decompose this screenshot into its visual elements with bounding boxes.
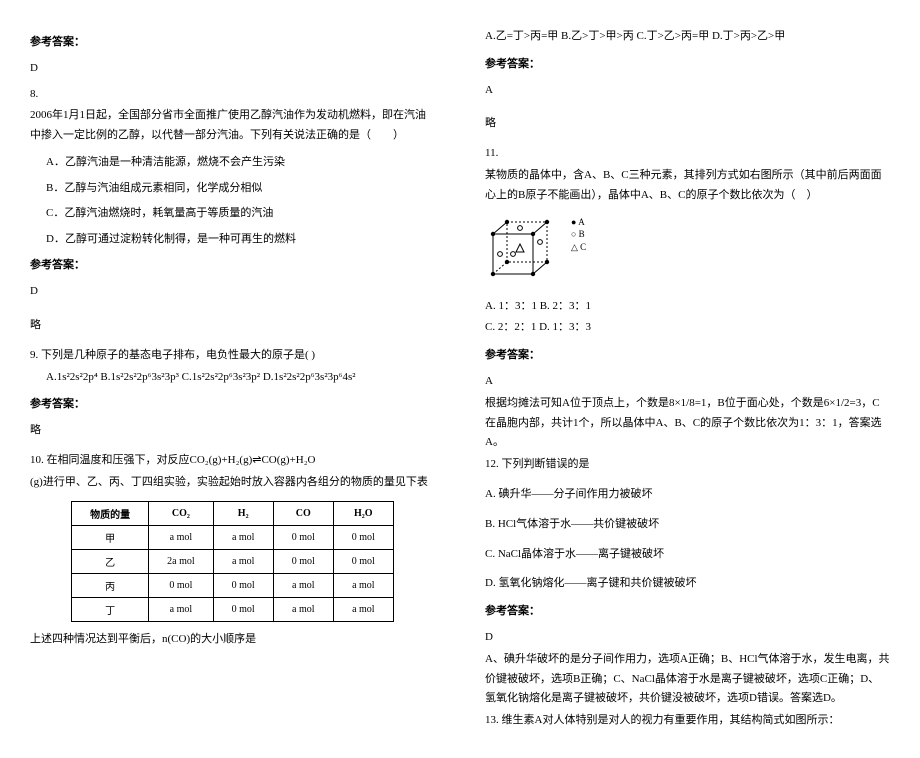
ref-answer-label: 参考答案： [485, 602, 890, 622]
table-row: 甲 a mol a mol 0 mol 0 mol [72, 525, 394, 549]
ref-answer-label: 参考答案： [485, 346, 890, 366]
table-cell: a mol [333, 597, 393, 621]
ref-answer-label: 参考答案： [30, 33, 435, 53]
answer-9: 略 [30, 421, 435, 441]
table-cell: a mol [273, 573, 333, 597]
table-cell: a mol [149, 597, 214, 621]
q11-options-line2: C. 2：2：1 D. 1：3：3 [485, 318, 890, 338]
question-12-text: 12. 下列判断错误的是 [485, 455, 890, 475]
legend-a: ● A [571, 216, 586, 229]
question-13-text: 13. 维生素A对人体特别是对人的视力有重要作用，其结构简式如图所示： [485, 711, 890, 731]
question-10-text3: 上述四种情况达到平衡后，n(CO)的大小顺序是 [30, 630, 435, 650]
table-cell: 0 mol [273, 549, 333, 573]
table-cell: a mol [149, 525, 214, 549]
crystal-cube-icon [485, 214, 565, 289]
table-row: 丁 a mol 0 mol a mol a mol [72, 597, 394, 621]
table-cell: a mol [333, 573, 393, 597]
question-9-text: 9. 下列是几种原子的基态电子排布，电负性最大的原子是( ) [30, 346, 435, 366]
answer-10: A [485, 81, 890, 101]
q8-option-c: C．乙醇汽油燃烧时，耗氧量高于等质量的汽油 [30, 205, 435, 223]
answer-11-explanation: 根据均摊法可知A位于顶点上，个数是8×1/8=1，B位于面心处，个数是6×1/2… [485, 394, 890, 453]
q12-option-d: D. 氢氧化钠熔化——离子键和共价键被破坏 [485, 574, 890, 594]
right-column: A.乙=丁>丙=甲 B.乙>丁>甲>丙 C.丁>乙>丙=甲 D.丁>丙>乙>甲 … [485, 25, 890, 733]
table-header: H₂O [333, 501, 393, 525]
q12-option-c: C. NaCl晶体溶于水——离子键被破坏 [485, 545, 890, 565]
question-10-options: A.乙=丁>丙=甲 B.乙>丁>甲>丙 C.丁>乙>丙=甲 D.丁>丙>乙>甲 [485, 27, 890, 47]
table-cell: 乙 [72, 549, 149, 573]
q12-option-b: B. HCl气体溶于水——共价键被破坏 [485, 515, 890, 535]
question-8-options: A．乙醇汽油是一种清洁能源，燃烧不会产生污染 B．乙醇与汽油组成元素相同，化学成… [30, 154, 435, 248]
question-9-options: A.1s²2s²2p⁴ B.1s²2s²2p⁶3s²3p³ C.1s²2s²2p… [30, 368, 435, 388]
question-10-text1: 10. 在相同温度和压强下，对反应CO₂(g)+H₂(g)⇌CO(g)+H₂O [30, 451, 435, 471]
table-cell: 0 mol [333, 525, 393, 549]
table-cell: 0 mol [333, 549, 393, 573]
table-cell: 丁 [72, 597, 149, 621]
question-8-number: 8. [30, 85, 435, 105]
question-11-text: 某物质的晶体中，含A、B、C三种元素，其排列方式如右图所示（其中前后两面面心上的… [485, 166, 890, 206]
q8-option-d: D．乙醇可通过淀粉转化制得，是一种可再生的燃料 [30, 231, 435, 249]
answer-8: D [30, 282, 435, 302]
experiment-table: 物质的量 CO₂ H₂ CO H₂O 甲 a mol a mol 0 mol 0… [71, 501, 394, 622]
table-cell: a mol [273, 597, 333, 621]
answer-12: D [485, 628, 890, 648]
table-cell: 0 mol [213, 597, 273, 621]
q8-option-a: A．乙醇汽油是一种清洁能源，燃烧不会产生污染 [30, 154, 435, 172]
answer-10-note: 略 [485, 114, 890, 134]
table-cell: 0 mol [213, 573, 273, 597]
answer-8-note: 略 [30, 316, 435, 336]
table-cell: 0 mol [273, 525, 333, 549]
table-row: 丙 0 mol 0 mol a mol a mol [72, 573, 394, 597]
table-header-row: 物质的量 CO₂ H₂ CO H₂O [72, 501, 394, 525]
q8-option-b: B．乙醇与汽油组成元素相同，化学成分相似 [30, 180, 435, 198]
ref-answer-label: 参考答案： [30, 395, 435, 415]
table-cell: 甲 [72, 525, 149, 549]
q12-option-a: A. 碘升华——分子间作用力被破坏 [485, 485, 890, 505]
table-header: 物质的量 [72, 501, 149, 525]
table-cell: 2a mol [149, 549, 214, 573]
table-cell: a mol [213, 525, 273, 549]
crystal-legend: ● A ○ B △ C [571, 208, 586, 254]
table-header: CO₂ [149, 501, 214, 525]
legend-c: △ C [571, 241, 586, 254]
ref-answer-label: 参考答案： [30, 256, 435, 276]
table-cell: a mol [213, 549, 273, 573]
question-10-text2: (g)进行甲、乙、丙、丁四组实验，实验起始时放入容器内各组分的物质的量见下表 [30, 473, 435, 493]
legend-b: ○ B [571, 228, 586, 241]
question-8-text: 2006年1月1日起，全国部分省市全面推广使用乙醇汽油作为发动机燃料，即在汽油中… [30, 106, 435, 146]
answer-12-explanation: A、碘升华破坏的是分子间作用力，选项A正确；B、HCl气体溶于水，发生电离，共价… [485, 650, 890, 709]
question-11-number: 11. [485, 144, 890, 164]
table-cell: 丙 [72, 573, 149, 597]
q11-options-line1: A. 1：3：1 B. 2：3：1 [485, 297, 890, 317]
answer-7: D [30, 59, 435, 79]
table-header: CO [273, 501, 333, 525]
answer-11: A [485, 372, 890, 392]
table-header: H₂ [213, 501, 273, 525]
ref-answer-label: 参考答案： [485, 55, 890, 75]
table-row: 乙 2a mol a mol 0 mol 0 mol [72, 549, 394, 573]
table-cell: 0 mol [149, 573, 214, 597]
left-column: 参考答案： D 8. 2006年1月1日起，全国部分省市全面推广使用乙醇汽油作为… [30, 25, 435, 733]
